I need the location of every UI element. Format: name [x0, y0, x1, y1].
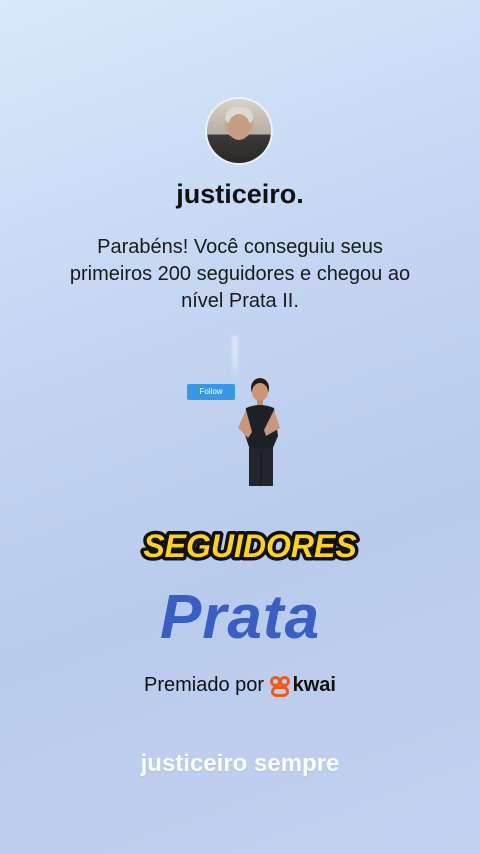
tier-title: Prata — [159, 583, 321, 652]
avatar[interactable] — [207, 99, 271, 163]
awarded-prefix: Premiado por — [144, 674, 265, 696]
footer-caption: justiceiro sempre — [140, 750, 340, 777]
avatar-face — [228, 114, 250, 140]
person-clapping-illustration — [238, 378, 280, 486]
kwai-brand-text: kwai — [292, 674, 336, 697]
kwai-logo-icon — [269, 675, 290, 697]
kwai-brand: kwai — [269, 674, 336, 697]
congratulations-message: Parabéns! Você conseguiu seus primeiros … — [69, 236, 411, 312]
username: justiceiro. — [176, 179, 304, 209]
awarded-by: Premiado por kwai — [0, 674, 480, 697]
badge-text: SEGUIDORES — [143, 528, 357, 564]
seguidores-badge: SEGUIDORES SEGUIDORES — [140, 524, 360, 568]
